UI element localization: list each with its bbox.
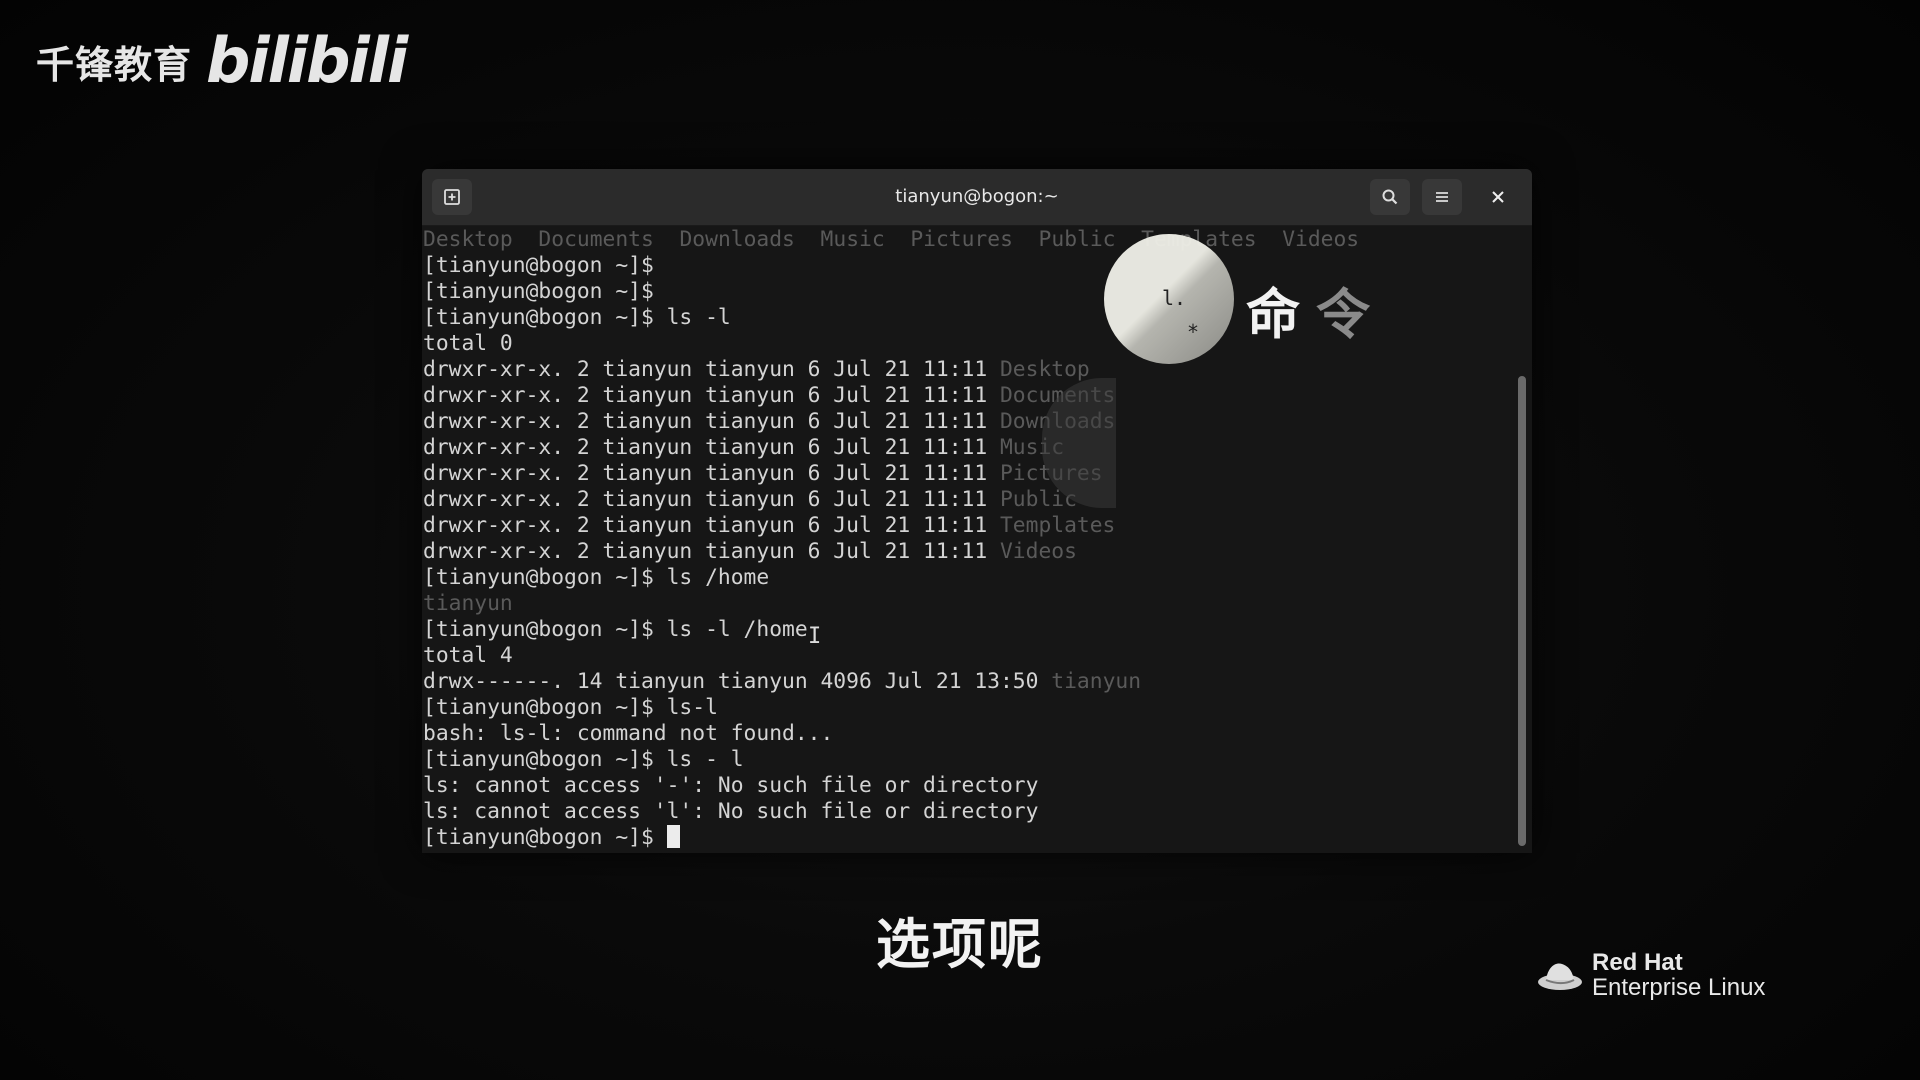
terminal-line: ls: cannot access '-': No such file or d… — [423, 773, 1359, 799]
overlay-cn-char-1: 命 — [1246, 283, 1300, 346]
terminal-line-text: bash: ls-l: command not found... — [423, 721, 834, 746]
terminal-titlebar[interactable]: tianyun@bogon:~ — [422, 169, 1532, 226]
directory-name: tianyun — [1051, 669, 1142, 694]
directory-name: Desktop — [423, 227, 513, 252]
terminal-line-text: drwxr-xr-x. 2 tianyun tianyun 6 Jul 21 1… — [423, 435, 1000, 460]
watermark-cn-text: 千锋教育 — [36, 42, 193, 87]
terminal-line-text: drwxr-xr-x. 2 tianyun tianyun 6 Jul 21 1… — [423, 357, 1000, 382]
terminal-line: drwxr-xr-x. 2 tianyun tianyun 6 Jul 21 1… — [423, 383, 1359, 409]
terminal-line: [tianyun@bogon ~]$ ls -l /home — [423, 617, 1359, 643]
directory-name: Music — [820, 227, 885, 252]
scrollbar[interactable] — [1516, 226, 1526, 853]
scrollbar-thumb[interactable] — [1518, 376, 1526, 846]
search-icon — [1382, 189, 1398, 205]
terminal-line-text: [tianyun@bogon ~]$ ls -l /home — [423, 617, 808, 642]
directory-name: Desktop — [999, 357, 1090, 382]
terminal-line-text: drwxr-xr-x. 2 tianyun tianyun 6 Jul 21 1… — [423, 539, 1000, 564]
terminal-line: drwxr-xr-x. 2 tianyun tianyun 6 Jul 21 1… — [423, 409, 1359, 435]
terminal-line-text: ls: cannot access 'l': No such file or d… — [423, 799, 1039, 824]
terminal-line: drwxr-xr-x. 2 tianyun tianyun 6 Jul 21 1… — [423, 487, 1359, 513]
directory-name: Videos — [999, 539, 1077, 564]
terminal-line-text: [tianyun@bogon ~]$ ls - l — [423, 747, 744, 772]
directory-name: Pictures — [910, 227, 1013, 252]
terminal-line: [tianyun@bogon ~]$ ls-l — [423, 695, 1359, 721]
close-button[interactable] — [1478, 179, 1518, 215]
terminal-line-text: ls: cannot access '-': No such file or d… — [423, 773, 1039, 798]
terminal-line: [tianyun@bogon ~]$ ls - l — [423, 747, 1359, 773]
overlay-disc-star: * — [1188, 320, 1198, 344]
text-cursor — [666, 825, 680, 848]
terminal-line: drwxr-xr-x. 2 tianyun tianyun 6 Jul 21 1… — [423, 461, 1359, 487]
terminal-line: drwx------. 14 tianyun tianyun 4096 Jul … — [423, 669, 1359, 695]
terminal-line-text: drwxr-xr-x. 2 tianyun tianyun 6 Jul 21 1… — [423, 513, 1000, 538]
bilibili-logo: bilibili — [206, 24, 408, 97]
window-title: tianyun@bogon:~ — [895, 186, 1059, 207]
directory-name: Videos — [1282, 227, 1360, 252]
terminal-line: ls: cannot access 'l': No such file or d… — [423, 799, 1359, 825]
redhat-hat-icon — [1538, 963, 1582, 991]
terminal-line: drwxr-xr-x. 2 tianyun tianyun 6 Jul 21 1… — [423, 435, 1359, 461]
directory-name: tianyun — [423, 591, 513, 616]
terminal-line: [tianyun@bogon ~]$ ls /home — [423, 565, 1359, 591]
terminal-line: drwxr-xr-x. 2 tianyun tianyun 6 Jul 21 1… — [423, 539, 1359, 565]
terminal-line: bash: ls-l: command not found... — [423, 721, 1359, 747]
directory-name: Templates — [999, 513, 1116, 538]
terminal-line: [tianyun@bogon ~]$ — [423, 825, 1359, 851]
terminal-line: drwxr-xr-x. 2 tianyun tianyun 6 Jul 21 1… — [423, 513, 1359, 539]
terminal-line: drwxr-xr-x. 2 tianyun tianyun 6 Jul 21 1… — [423, 357, 1359, 383]
terminal-line: total 4 — [423, 643, 1359, 669]
redhat-product: Enterprise Linux — [1592, 974, 1766, 1002]
watermark: 千锋教育 bilibili — [36, 24, 408, 97]
terminal-line-text: [tianyun@bogon ~]$ ls-l — [423, 695, 718, 720]
terminal-line-text: total 0 — [423, 331, 513, 356]
terminal-line: Desktop Documents Downloads Music Pictur… — [423, 227, 1359, 253]
terminal-line: tianyun — [423, 591, 1359, 617]
directory-name: Downloads — [679, 227, 795, 252]
directory-name: Public — [1038, 227, 1116, 252]
terminal-line-text: drwxr-xr-x. 2 tianyun tianyun 6 Jul 21 1… — [423, 383, 1000, 408]
close-icon — [1492, 191, 1504, 203]
terminal-line-text: drwxr-xr-x. 2 tianyun tianyun 6 Jul 21 1… — [423, 409, 1000, 434]
terminal-line-text: [tianyun@bogon ~]$ — [423, 825, 667, 850]
redhat-logo: Red Hat Enterprise Linux — [1536, 950, 1765, 1000]
terminal-line-text: total 4 — [423, 643, 513, 668]
hamburger-menu-icon — [1436, 192, 1448, 202]
search-button[interactable] — [1370, 179, 1410, 215]
terminal-line-text: [tianyun@bogon ~]$ — [423, 279, 654, 304]
menu-button[interactable] — [1422, 179, 1462, 215]
terminal-line-text: [tianyun@bogon ~]$ ls /home — [423, 565, 770, 590]
terminal-line-text: [tianyun@bogon ~]$ ls -l — [423, 305, 731, 330]
terminal-line-text: drwx------. 14 tianyun tianyun 4096 Jul … — [423, 669, 1052, 694]
terminal-line-text: drwxr-xr-x. 2 tianyun tianyun 6 Jul 21 1… — [423, 461, 1000, 486]
terminal-line-text: [tianyun@bogon ~]$ — [423, 253, 654, 278]
redhat-brand: Red Hat — [1592, 949, 1683, 976]
ibeam-cursor-icon: I — [808, 624, 822, 649]
overlay-cn-char-2: 令 — [1316, 283, 1370, 346]
video-frame: 千锋教育 bilibili tianyun@bogon:~ Desktop Do… — [0, 0, 1920, 1080]
overlay-disc-text: l. — [1162, 286, 1187, 310]
terminal-line-text: drwxr-xr-x. 2 tianyun tianyun 6 Jul 21 1… — [423, 487, 1000, 512]
directory-name: Documents — [538, 227, 654, 252]
